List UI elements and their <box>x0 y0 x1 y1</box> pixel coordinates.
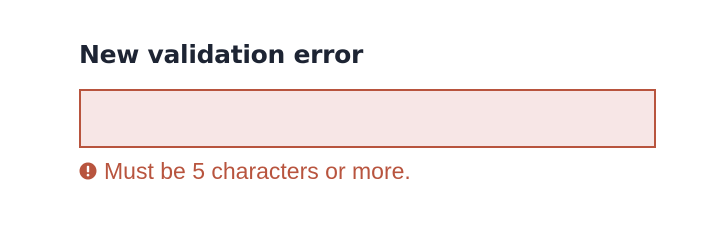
text-input-error-state[interactable] <box>79 89 656 148</box>
exclamation-circle-icon <box>79 162 97 180</box>
field-label: New validation error <box>79 40 364 69</box>
error-message-text: Must be 5 characters or more. <box>104 158 411 184</box>
error-message-row: Must be 5 characters or more. <box>79 157 656 185</box>
validation-form-field: New validation error Must be 5 character… <box>79 38 656 185</box>
